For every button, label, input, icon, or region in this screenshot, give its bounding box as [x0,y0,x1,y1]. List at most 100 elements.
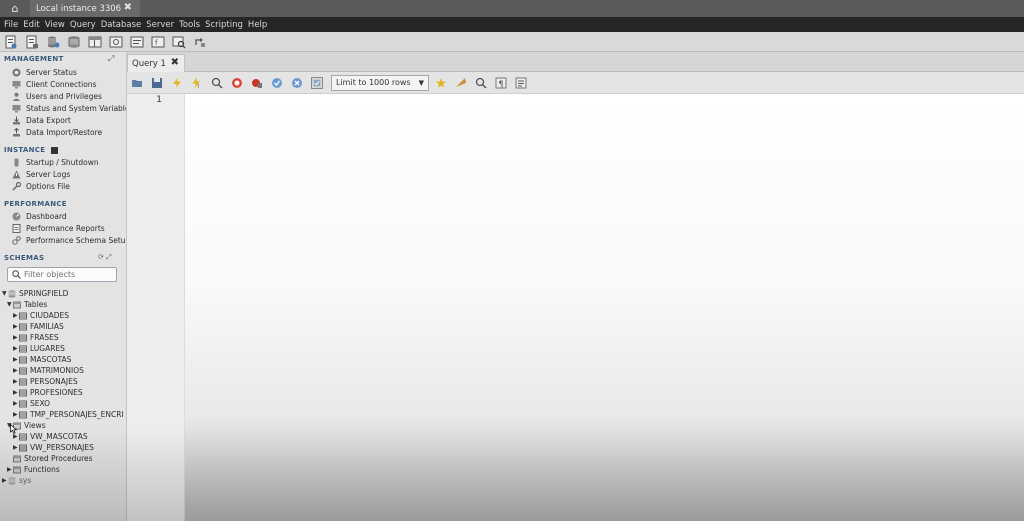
create-procedure-icon[interactable] [130,35,144,49]
nav-label: Dashboard [26,211,67,221]
menu-view[interactable]: View [45,20,65,30]
query-tab[interactable]: Query 1 ✖ [127,54,185,72]
menu-server[interactable]: Server [146,20,174,30]
nav-performance-schema-setup[interactable]: Performance Schema Setup [12,234,126,246]
table-name: TMP_PERSONAJES_ENCRI [30,410,124,419]
nav-options-file[interactable]: Options File [12,180,70,192]
nav-label: Server Status [26,67,77,77]
new-sql-tab-icon[interactable] [4,35,18,49]
view-icon [19,444,27,452]
views-label: Views [24,421,46,430]
autocommit-toggle-icon[interactable] [311,76,323,89]
menu-scripting[interactable]: Scripting [205,20,243,30]
menu-database[interactable]: Database [101,20,142,30]
table-icon [19,389,27,397]
close-icon[interactable]: ✖ [171,57,179,68]
menu-help[interactable]: Help [248,20,267,30]
sql-toolbar: I Limit to 1000 rows ▼ ¶ [127,72,1024,94]
expand-icon[interactable]: ⤢ [108,54,114,64]
nav-data-import[interactable]: Data Import/Restore [12,126,102,138]
schema-springfield[interactable]: ▼ SPRINGFIELD [2,288,68,299]
word-wrap-icon[interactable] [515,77,527,89]
view-icon [19,433,27,441]
rollback-icon[interactable] [291,77,303,89]
menu-edit[interactable]: Edit [23,20,39,30]
view-item[interactable]: ▶ VW_PERSONAJES [13,442,94,453]
menu-file[interactable]: File [4,20,18,30]
menu-tools[interactable]: Tools [179,20,200,30]
search-table-icon[interactable] [172,35,186,49]
table-item[interactable]: ▶ SEXO [13,398,50,409]
nav-label: Data Import/Restore [26,127,103,137]
tree-stored-procedures[interactable]: Stored Procedures [7,453,93,464]
nav-dashboard[interactable]: Dashboard [12,210,67,222]
sql-editor[interactable] [185,94,1024,521]
save-icon[interactable] [151,77,163,89]
table-icon [19,345,27,353]
table-item[interactable]: ▶ TMP_PERSONAJES_ENCRI [13,409,124,420]
execute-icon[interactable] [171,77,183,89]
create-function-icon[interactable]: f [151,35,165,49]
filter-objects-box[interactable] [7,267,117,282]
tree-functions[interactable]: ▶ Functions [7,464,60,475]
refresh-schemas-icon[interactable]: ⟳ ⤢ [98,253,112,262]
instance-tab-label: Local instance 3306 [36,3,122,14]
nav-label: Client Connections [26,79,97,89]
nav-server-status[interactable]: Server Status [12,66,77,78]
stop-icon[interactable] [231,77,243,89]
create-table-icon[interactable] [88,35,102,49]
invisible-chars-icon[interactable]: ¶ [495,77,507,89]
commit-icon[interactable] [271,77,283,89]
nav-performance-reports[interactable]: Performance Reports [12,222,105,234]
execute-current-icon[interactable]: I [191,77,203,89]
table-icon [19,323,27,331]
stored-procedures-label: Stored Procedures [24,454,93,463]
reconnect-icon[interactable] [193,35,207,49]
instance-tab[interactable]: Local instance 3306 ✖ [30,0,140,17]
beautify-icon[interactable] [435,77,447,89]
explain-icon[interactable] [211,77,223,89]
table-name: SEXO [30,399,51,408]
schemas-heading: SCHEMAS [4,254,45,262]
snippet-icon[interactable] [455,77,467,89]
table-item[interactable]: ▶ PERSONAJES [13,376,78,387]
table-item[interactable]: ▶ CIUDADES [13,310,69,321]
table-name: PERSONAJES [30,377,78,386]
warning-icon [12,170,21,179]
view-item[interactable]: ▶ VW_MASCOTAS [13,431,88,442]
nav-label: Startup / Shutdown [26,157,99,167]
search-icon [12,270,21,279]
nav-status-system-variables[interactable]: Status and System Variables [12,102,126,114]
find-icon[interactable] [475,77,487,89]
close-icon[interactable]: ✖ [124,2,132,13]
tree-tables[interactable]: ▼ Tables [7,299,47,310]
home-icon: ⌂ [11,2,19,15]
view-name: VW_PERSONAJES [30,443,94,452]
table-name: LUGARES [30,344,65,353]
database-info-icon[interactable] [46,35,60,49]
nav-client-connections[interactable]: Client Connections [12,78,96,90]
filter-objects-input[interactable] [24,270,114,279]
table-item[interactable]: ▶ MATRIMONIOS [13,365,84,376]
create-schema-icon[interactable] [67,35,81,49]
mouse-cursor-icon [10,423,18,434]
nav-startup-shutdown[interactable]: Startup / Shutdown [12,156,99,168]
menu-query[interactable]: Query [70,20,96,30]
table-item[interactable]: ▶ MASCOTAS [13,354,71,365]
create-view-icon[interactable] [109,35,123,49]
main-toolbar: f [0,32,1024,52]
nav-data-export[interactable]: Data Export [12,114,71,126]
table-name: MASCOTAS [30,355,72,364]
nav-server-logs[interactable]: Server Logs [12,168,70,180]
schema-sys[interactable]: ▶ sys [2,475,31,486]
table-item[interactable]: ▶ FAMILIAS [13,321,64,332]
limit-rows-select[interactable]: Limit to 1000 rows ▼ [331,74,429,91]
table-item[interactable]: ▶ PROFESIONES [13,387,83,398]
toggle-error-icon[interactable] [251,77,263,89]
open-folder-icon[interactable] [131,77,143,89]
nav-users-privileges[interactable]: Users and Privileges [12,90,102,102]
table-item[interactable]: ▶ LUGARES [13,343,65,354]
home-tab[interactable]: ⌂ [0,0,30,17]
open-sql-script-icon[interactable] [25,35,39,49]
table-item[interactable]: ▶ FRASES [13,332,59,343]
